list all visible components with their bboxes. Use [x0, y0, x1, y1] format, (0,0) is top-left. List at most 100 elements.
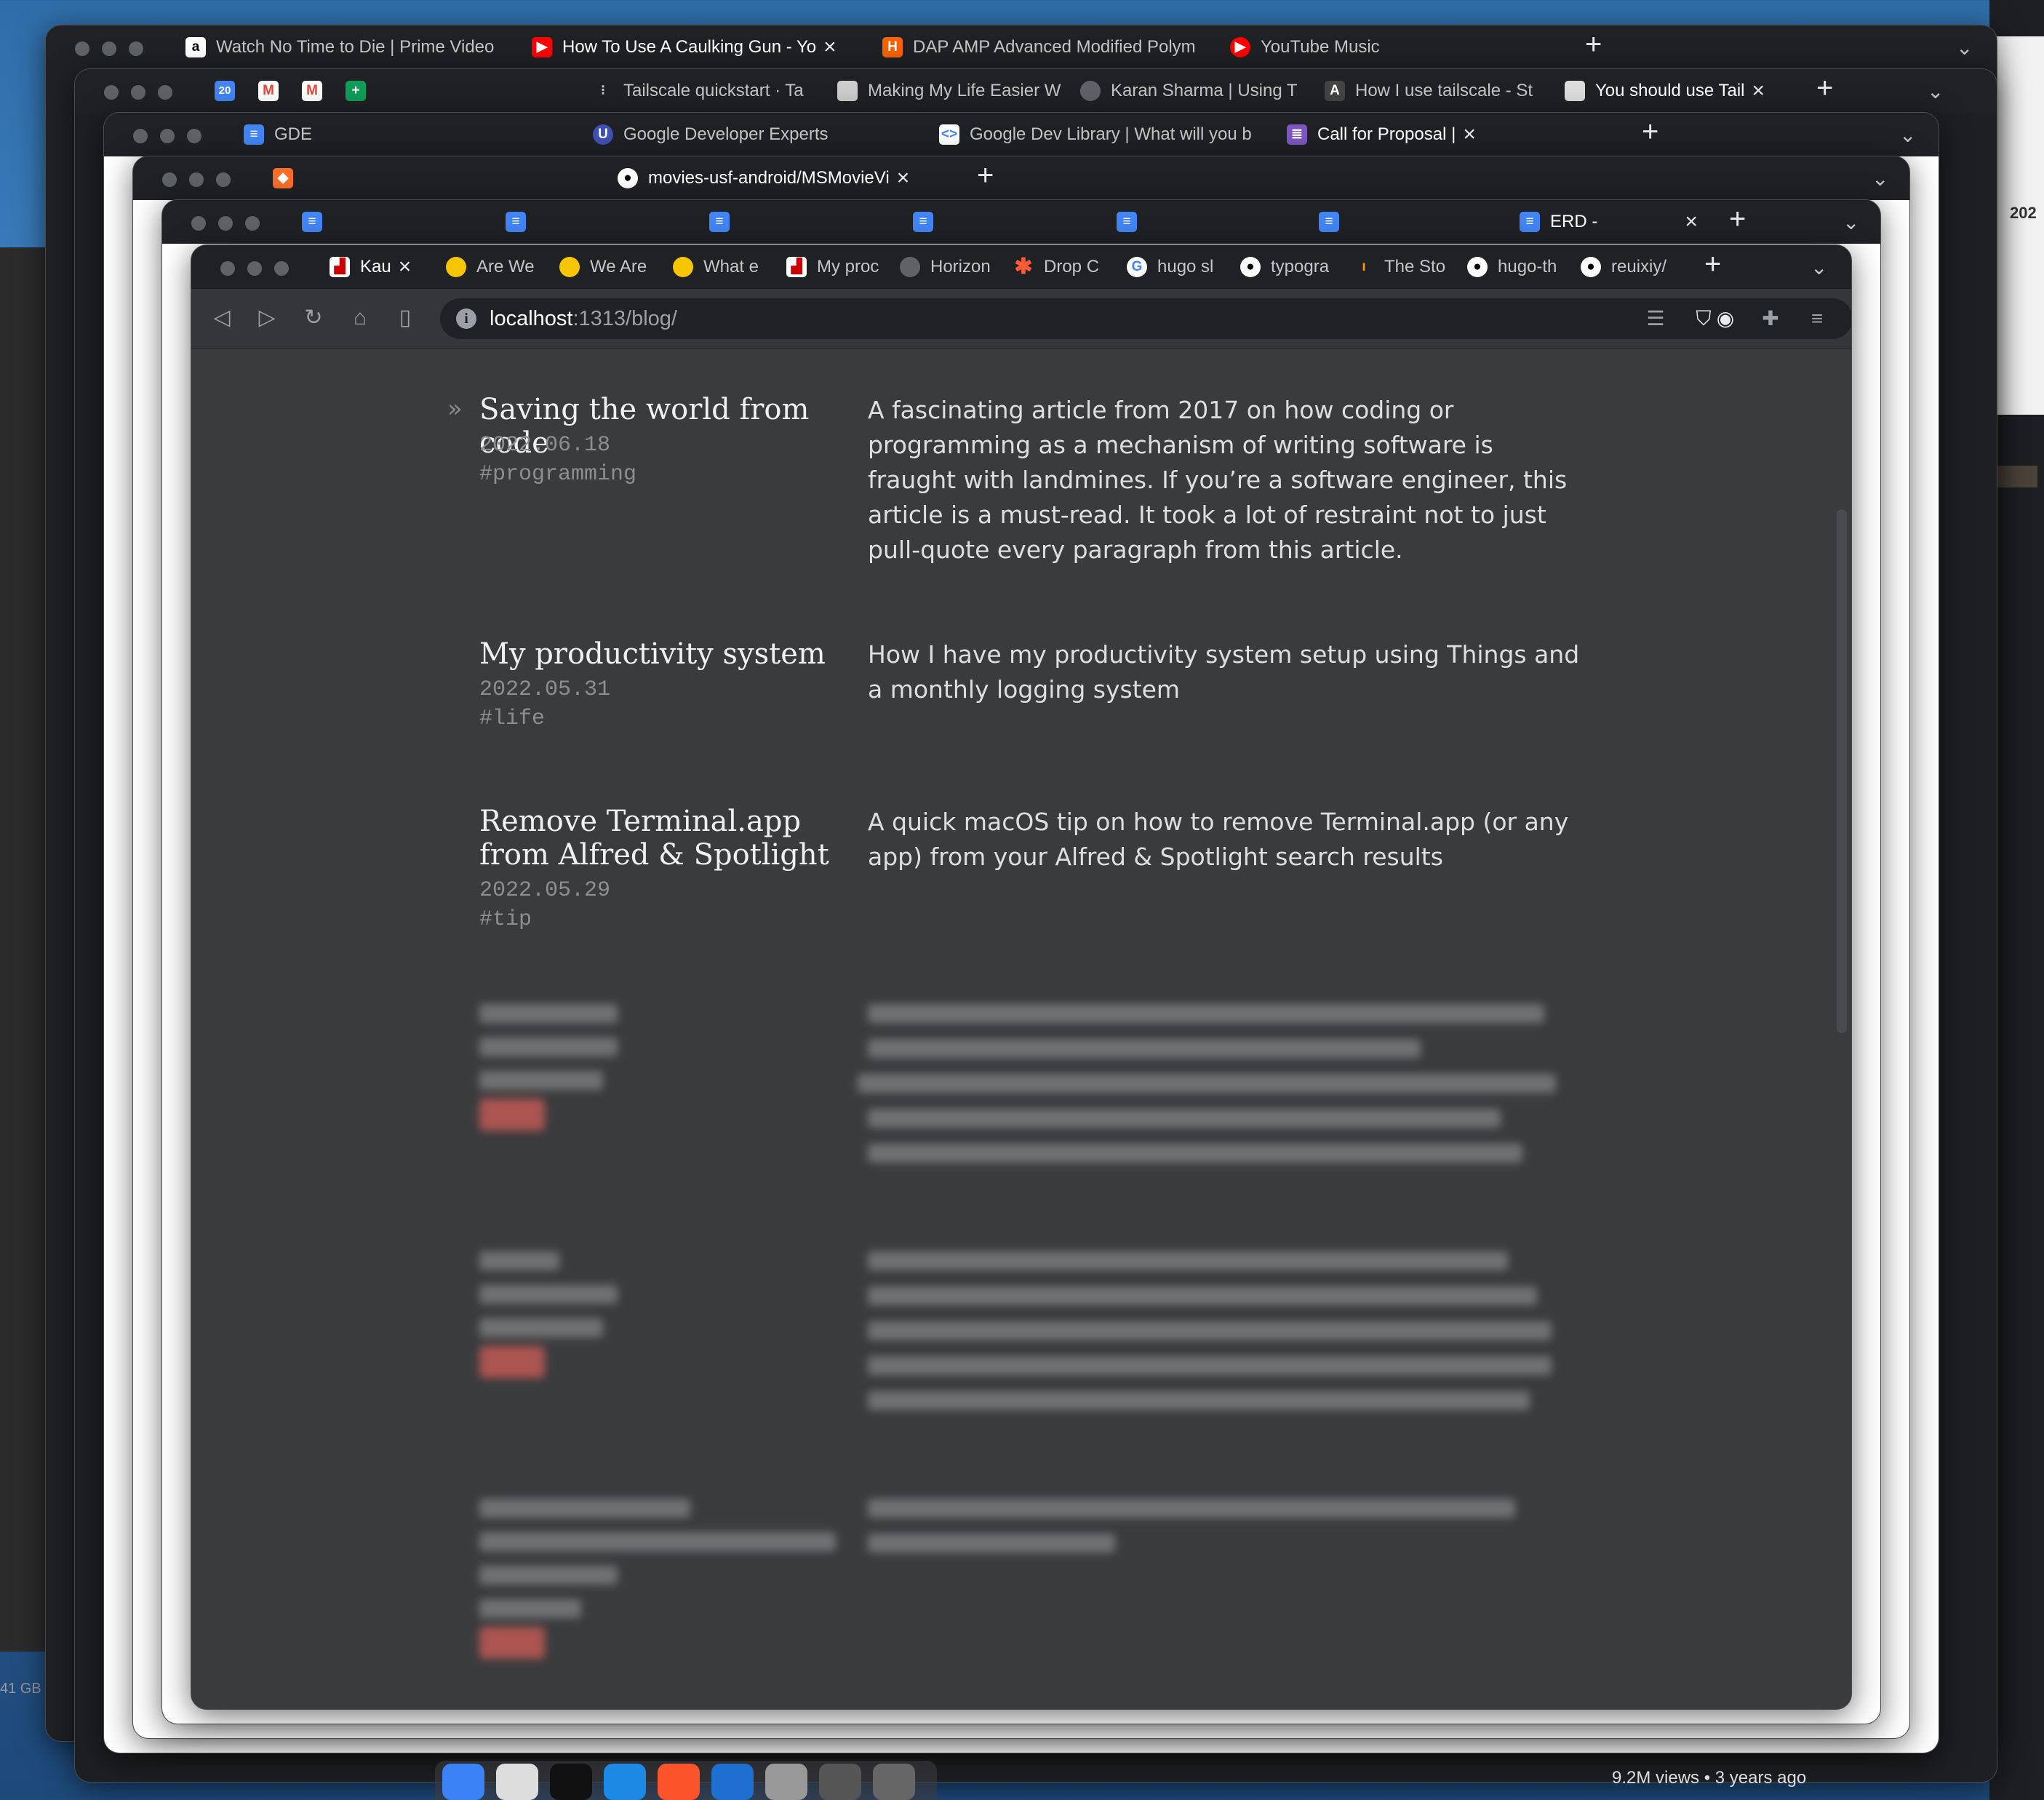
reload-icon[interactable]: ↻ [299, 303, 328, 332]
close-tab-icon[interactable]: × [897, 166, 910, 191]
scrollbar[interactable] [1837, 509, 1847, 1033]
tab-dap-amp[interactable]: H DAP AMP Advanced Modified Polym [882, 33, 1261, 62]
textedit-icon[interactable] [496, 1764, 538, 1800]
tab-we-are[interactable]: We Are [559, 252, 668, 282]
tab-caulking-gun[interactable]: ▶ How To Use A Caulking Gun - Yo × [532, 33, 910, 62]
tab-doc-1[interactable]: ≡ [302, 207, 331, 236]
chevron-down-icon[interactable]: ⌄ [1956, 36, 1973, 60]
back-icon[interactable]: ◁ [207, 303, 236, 332]
gmail-icon: M [258, 81, 279, 101]
new-tab-icon[interactable]: + [977, 161, 994, 190]
pinned-tab-gitlab[interactable]: ◆ [273, 164, 302, 193]
finder-icon[interactable] [442, 1764, 484, 1800]
tab-doc-4[interactable]: ≡ [913, 207, 942, 236]
chevron-down-icon[interactable]: ⌄ [1899, 123, 1916, 147]
traffic-lights[interactable] [75, 41, 156, 60]
pinned-tab-gmail-2[interactable]: M [302, 76, 331, 105]
tab-drop-c[interactable]: ✱ Drop C [1013, 252, 1122, 282]
tab-reuixiy[interactable]: ● reuixiy/ [1581, 252, 1690, 282]
home-icon[interactable]: ⌂ [346, 303, 375, 332]
url-text[interactable]: localhost:1313/blog/ [490, 307, 677, 331]
traffic-lights[interactable] [133, 129, 214, 147]
reader-mode-icon[interactable]: ☰ [1640, 303, 1671, 334]
pinned-tab-gmail[interactable]: M [258, 76, 287, 105]
new-tab-icon[interactable]: + [1642, 117, 1658, 146]
traffic-lights[interactable] [104, 85, 185, 103]
close-tab-icon[interactable]: × [399, 255, 412, 279]
tab-making-my-life-easier[interactable]: Making My Life Easier W [837, 76, 1085, 105]
forward-icon[interactable]: ▷ [252, 303, 282, 332]
tab-prime-video[interactable]: a Watch No Time to Die | Prime Video [185, 33, 571, 62]
tab-karan-sharma[interactable]: Karan Sharma | Using T [1080, 76, 1328, 105]
tab-kau[interactable]: ▟ Kau × [330, 252, 439, 282]
post-title[interactable]: Remove Terminal.app from Alfred & Spotli… [479, 805, 858, 872]
terminal-icon[interactable] [550, 1764, 592, 1800]
tab-tailscale-quickstart[interactable]: ⁝ Tailscale quickstart · Ta [593, 76, 840, 105]
post-title[interactable]: My productivity system [479, 637, 858, 671]
new-tab-icon[interactable]: + [1729, 204, 1746, 234]
traffic-lights[interactable] [220, 261, 301, 279]
tab-doc-2[interactable]: ≡ [506, 207, 535, 236]
pinned-tab-calendar[interactable]: 20 [215, 76, 244, 105]
brave-icon[interactable] [658, 1764, 700, 1800]
post-tag[interactable]: #life [479, 704, 545, 733]
tab-erd[interactable]: ≡ ERD - × [1520, 207, 1701, 236]
menu-icon[interactable]: ≡ [1802, 303, 1832, 334]
extension-icon[interactable]: ◉ [1710, 303, 1741, 334]
dock [435, 1761, 937, 1800]
chevron-down-icon[interactable]: ⌄ [1843, 210, 1859, 234]
traffic-lights[interactable] [162, 172, 243, 191]
tab-my-proc[interactable]: ▟ My proc [786, 252, 895, 282]
tab-what-e[interactable]: What e [673, 252, 782, 282]
tab-google-developer-experts[interactable]: U Google Developer Experts [593, 120, 906, 149]
tab-typogra[interactable]: ● typogra [1240, 252, 1349, 282]
close-tab-icon[interactable]: × [1463, 122, 1476, 147]
tab-horizon[interactable]: Horizon [900, 252, 1009, 282]
chevron-down-icon[interactable]: ⌄ [1872, 167, 1888, 191]
post-description: How I have my productivity system setup … [868, 640, 1580, 704]
close-tab-icon[interactable]: × [1752, 79, 1765, 103]
right-app-bar [1997, 466, 2037, 487]
tab-gde[interactable]: ≡ GDE [244, 120, 476, 149]
site-icon: ı [1354, 257, 1374, 277]
vscode-icon[interactable] [711, 1764, 754, 1800]
new-tab-icon[interactable]: + [1585, 30, 1602, 59]
tab-doc-5[interactable]: ≡ [1117, 207, 1146, 236]
tab-call-for-proposal[interactable]: ≣ Call for Proposal | × [1287, 120, 1578, 149]
close-tab-icon[interactable]: × [1685, 210, 1698, 234]
keyboard-icon[interactable] [765, 1764, 807, 1800]
github-icon: ● [618, 168, 638, 188]
tasks-icon[interactable] [604, 1764, 646, 1800]
tab-the-sto[interactable]: ı The Sto [1354, 252, 1463, 282]
chevron-down-icon[interactable]: ⌄ [1927, 79, 1944, 103]
new-tab-icon[interactable]: + [1816, 73, 1833, 103]
tab-you-should-use-tailscale[interactable]: You should use Tail × [1565, 76, 1797, 105]
tab-youtube-music[interactable]: ▶ YouTube Music [1230, 33, 1565, 62]
tab-google-dev-library[interactable]: <> Google Dev Library | What will you b [939, 120, 1288, 149]
tab-movies-usf-android[interactable]: ● movies-usf-android/MSMovieVi × [618, 164, 949, 193]
tab-doc-3[interactable]: ≡ [709, 207, 738, 236]
docs-icon: ≡ [913, 212, 933, 232]
info-icon[interactable]: i [456, 308, 476, 329]
address-bar[interactable]: i localhost:1313/blog/ ☰ ⛉ [440, 298, 1851, 339]
tab-doc-6[interactable]: ≡ [1319, 207, 1348, 236]
chevron-down-icon[interactable]: ⌄ [1811, 255, 1827, 279]
tab-are-we[interactable]: Are We [446, 252, 555, 282]
settings-icon[interactable] [819, 1764, 861, 1800]
close-tab-icon[interactable]: × [823, 35, 837, 60]
traffic-lights[interactable] [191, 216, 272, 234]
bookmark-icon[interactable]: ▯ [391, 303, 420, 332]
pinned-tab-sheets[interactable]: + [346, 76, 375, 105]
puzzle-icon[interactable]: ✚ [1755, 303, 1786, 334]
post-tag[interactable]: #programming [479, 460, 636, 489]
browser-window-front[interactable]: ▟ Kau × Are We We Are What e ▟ My proc Hori… [191, 244, 1852, 1710]
new-tab-icon[interactable]: + [1704, 250, 1721, 279]
tab-hugo-sl[interactable]: Ghugo sl [1127, 252, 1236, 282]
desktop-left-app [0, 247, 47, 1652]
tab-how-i-use-tailscale[interactable]: A How I use tailscale - St [1325, 76, 1572, 105]
trash-icon[interactable] [873, 1764, 915, 1800]
post-tag[interactable]: #tip [479, 905, 532, 934]
list-icon: ≣ [1287, 124, 1307, 145]
docs-icon: ≡ [1520, 212, 1540, 232]
tab-hugo-th[interactable]: ● hugo-th [1467, 252, 1576, 282]
